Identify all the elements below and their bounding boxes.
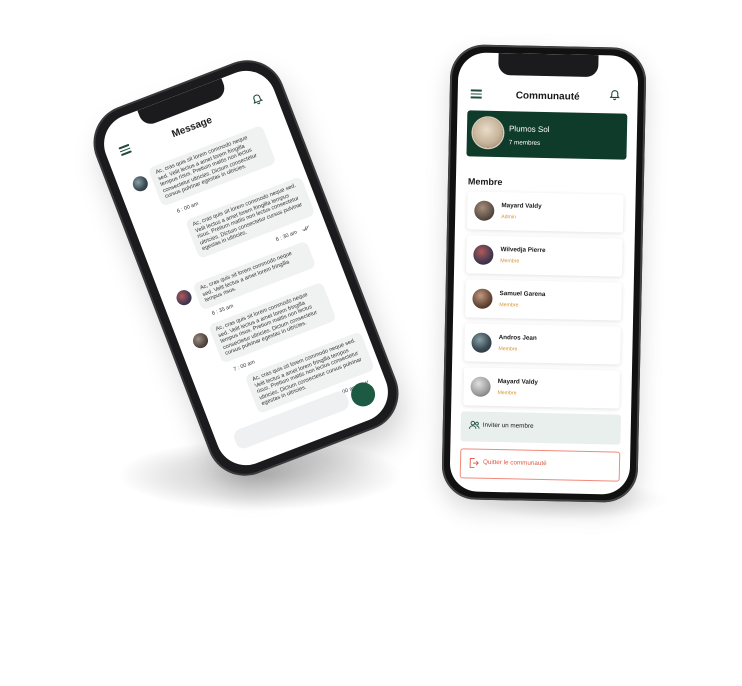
- member-card[interactable]: Mayard Valdy Membre: [463, 367, 620, 409]
- avatar: [190, 330, 211, 351]
- member-role: Membre: [500, 258, 520, 265]
- community-avatar: [472, 117, 504, 149]
- message-time: 7 : 00 am: [232, 359, 256, 373]
- member-role: Admin: [501, 214, 516, 221]
- avatar: [130, 174, 150, 194]
- invite-label: Inviter un membre: [482, 421, 534, 430]
- member-name: Mayard Valdy: [497, 378, 539, 386]
- chat-phone: Message Ac, cras quis sit lorem commodo …: [84, 51, 408, 485]
- member-card[interactable]: Samuel Garena Membre: [465, 279, 622, 321]
- message-time: 6 : 30 am: [275, 229, 299, 244]
- avatar: [174, 287, 194, 308]
- send-button[interactable]: [347, 378, 379, 410]
- community-phone: Communauté Plumos Sol 7 membres Membre M…: [441, 43, 647, 504]
- member-name: Andros Jean: [498, 334, 537, 342]
- member-card[interactable]: Andros Jean Membre: [464, 323, 621, 365]
- member-name: Wilvedja Pierre: [500, 246, 546, 255]
- notch: [498, 53, 599, 78]
- member-count: 7 membres: [508, 139, 541, 147]
- chat-screen: Message Ac, cras quis sit lorem commodo …: [95, 62, 397, 474]
- logout-icon: [469, 458, 479, 469]
- community-screen: Communauté Plumos Sol 7 membres Membre M…: [449, 52, 639, 495]
- double-check-icon: [302, 225, 309, 232]
- section-title: Membre: [467, 176, 503, 188]
- message-time: 6 : 00 am: [176, 201, 200, 215]
- member-role: Membre: [498, 346, 518, 353]
- avatar: [474, 200, 495, 221]
- member-card[interactable]: Mayard Valdy Admin: [466, 191, 624, 233]
- member-name: Samuel Garena: [499, 290, 546, 299]
- avatar: [470, 376, 491, 397]
- avatar: [471, 332, 492, 353]
- avatar: [473, 244, 494, 265]
- avatar: [472, 288, 493, 309]
- member-card[interactable]: Wilvedja Pierre Membre: [465, 235, 623, 277]
- community-card[interactable]: Plumos Sol 7 membres: [466, 110, 628, 160]
- bell-icon[interactable]: [609, 89, 620, 101]
- invite-member-button[interactable]: Inviter un membre: [460, 411, 622, 445]
- community-name: Plumos Sol: [508, 124, 550, 135]
- leave-community-button[interactable]: Quitter le communauté: [459, 448, 621, 482]
- leave-label: Quitter le communauté: [482, 458, 547, 468]
- member-role: Membre: [499, 302, 519, 309]
- member-role: Membre: [497, 390, 517, 397]
- users-icon: [469, 420, 480, 429]
- member-name: Mayard Valdy: [501, 202, 542, 210]
